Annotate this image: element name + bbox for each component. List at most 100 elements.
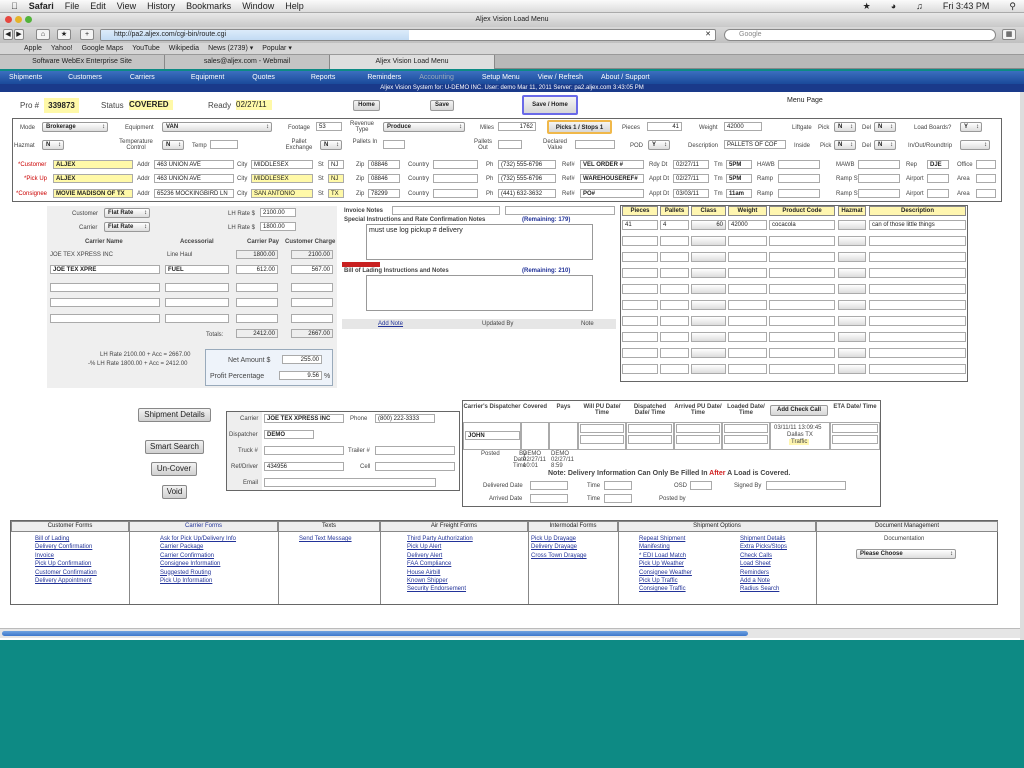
items-cell-6-6[interactable] bbox=[869, 316, 966, 326]
stop-addr-0[interactable]: 463 UNION AVE bbox=[154, 160, 234, 169]
stop-x4-2[interactable] bbox=[976, 189, 996, 198]
items-cell-1-5[interactable] bbox=[838, 236, 866, 246]
rate-row2-charge[interactable]: 567.00 bbox=[291, 265, 333, 274]
temp-control-select[interactable]: N bbox=[162, 140, 184, 150]
liftgate-del-select[interactable]: N bbox=[874, 122, 896, 132]
new-tab-icon[interactable]: + bbox=[80, 29, 94, 40]
pod-select[interactable]: Y bbox=[648, 140, 670, 150]
save-home-button[interactable]: Save / Home bbox=[522, 95, 578, 115]
items-cell-7-0[interactable] bbox=[622, 332, 658, 342]
inout-select[interactable] bbox=[960, 140, 990, 150]
pallets-out-field[interactable] bbox=[498, 140, 522, 149]
form-link-air-3[interactable]: FAA Compliance bbox=[407, 561, 451, 567]
stop-ref-2[interactable]: PO# bbox=[580, 189, 644, 198]
rate-blank-carrier-2[interactable] bbox=[50, 314, 160, 323]
rate-row2-pay[interactable]: 612.00 bbox=[236, 265, 278, 274]
items-cell-0-6[interactable]: can of those little things bbox=[869, 220, 966, 230]
items-cell-8-5[interactable] bbox=[838, 348, 866, 358]
stop-state-2[interactable]: TX bbox=[328, 189, 344, 198]
inside-del-select[interactable]: N bbox=[874, 140, 896, 150]
form-link-customer-5[interactable]: Delivery Appointment bbox=[35, 578, 92, 584]
form-link-ship2-4[interactable]: Reminders bbox=[740, 570, 769, 576]
stop-country-0[interactable] bbox=[433, 160, 478, 169]
form-link-ship2-3[interactable]: Load Sheet bbox=[740, 561, 771, 567]
form-link-ship1-2[interactable]: * EDI Load Match bbox=[639, 553, 686, 559]
stop-time-0[interactable]: 5PM bbox=[726, 160, 752, 169]
rate-blank-accessorial-1[interactable] bbox=[165, 298, 229, 307]
form-link-ship1-5[interactable]: Pick Up Traffic bbox=[639, 578, 678, 584]
weight-field[interactable]: 42000 bbox=[724, 122, 762, 131]
items-cell-7-3[interactable] bbox=[728, 332, 767, 342]
items-cell-8-2[interactable] bbox=[691, 348, 726, 358]
tab-aljex[interactable]: Aljex Vision Load Menu bbox=[330, 55, 495, 69]
horizontal-scroll-thumb[interactable] bbox=[2, 631, 748, 636]
back-icon[interactable]: ◀ bbox=[3, 29, 13, 40]
form-link-air-2[interactable]: Delivery Alert bbox=[407, 553, 442, 559]
stop-x3-0[interactable]: DJE bbox=[927, 160, 949, 169]
stop-x3-2[interactable] bbox=[927, 189, 949, 198]
bookmark-wikipedia[interactable]: Wikipedia bbox=[169, 43, 199, 54]
smart-search-button[interactable]: Smart Search bbox=[145, 440, 204, 454]
items-cell-5-6[interactable] bbox=[869, 300, 966, 310]
items-cell-2-4[interactable] bbox=[769, 252, 835, 262]
nav-customers[interactable]: Customers bbox=[59, 71, 111, 84]
form-link-customer-2[interactable]: Invoice bbox=[35, 553, 54, 559]
add-check-call-button[interactable]: Add Check Call bbox=[770, 405, 828, 416]
items-cell-3-1[interactable] bbox=[660, 268, 689, 278]
items-cell-9-4[interactable] bbox=[769, 364, 835, 374]
form-link-air-4[interactable]: House Airbill bbox=[407, 570, 440, 576]
wifi-icon[interactable]: ◕ bbox=[891, 1, 896, 12]
bookmark-add-icon[interactable]: ★ bbox=[57, 29, 71, 40]
form-link-ship2-5[interactable]: Add a Note bbox=[740, 578, 770, 584]
email-field[interactable] bbox=[264, 478, 436, 487]
form-link-customer-0[interactable]: Bill of Lading bbox=[35, 536, 69, 542]
items-cell-0-4[interactable]: cocacola bbox=[769, 220, 835, 230]
stop-time-1[interactable]: 5PM bbox=[726, 174, 752, 183]
bookmark-popular[interactable]: Popular ▾ bbox=[262, 43, 292, 54]
track-time-6[interactable] bbox=[724, 435, 768, 444]
menu-view[interactable]: View bbox=[117, 1, 136, 11]
nav-quotes[interactable]: Quotes bbox=[243, 71, 284, 84]
stop-icon[interactable]: ✕ bbox=[705, 30, 711, 40]
arrived-date-field[interactable] bbox=[530, 494, 568, 503]
osd-field[interactable] bbox=[690, 481, 712, 490]
rate-blank-carrier-0[interactable] bbox=[50, 283, 160, 292]
form-link-ship2-1[interactable]: Extra Picks/Stops bbox=[740, 544, 787, 550]
nav-about[interactable]: About / Support bbox=[592, 71, 659, 84]
rate-row2-carrier[interactable]: JOE TEX XPRE bbox=[50, 265, 160, 274]
stop-name-0[interactable]: ALJEX bbox=[53, 160, 133, 169]
stop-date-0[interactable]: 02/27/11 bbox=[673, 160, 709, 169]
items-cell-2-0[interactable] bbox=[622, 252, 658, 262]
nav-setup[interactable]: Setup Menu bbox=[473, 71, 529, 84]
items-cell-5-0[interactable] bbox=[622, 300, 658, 310]
items-cell-1-4[interactable] bbox=[769, 236, 835, 246]
items-cell-2-5[interactable] bbox=[838, 252, 866, 262]
picks-stops-button[interactable]: Picks 1 / Stops 1 bbox=[547, 120, 612, 134]
track-date-5[interactable] bbox=[676, 424, 720, 433]
items-cell-9-1[interactable] bbox=[660, 364, 689, 374]
items-cell-5-1[interactable] bbox=[660, 300, 689, 310]
rate-blank-pay-0[interactable] bbox=[236, 283, 278, 292]
items-cell-1-3[interactable] bbox=[728, 236, 767, 246]
ref-driver-field[interactable]: 434956 bbox=[264, 462, 344, 471]
uncover-button[interactable]: Un-Cover bbox=[151, 462, 197, 476]
zoom-window-icon[interactable] bbox=[25, 16, 32, 23]
items-cell-9-2[interactable] bbox=[691, 364, 726, 374]
invoice-notes-field[interactable] bbox=[392, 206, 500, 215]
clock[interactable]: Fri 3:43 PM bbox=[943, 1, 990, 12]
stop-x2-2[interactable] bbox=[858, 189, 900, 198]
form-link-air-1[interactable]: Pick Up Alert bbox=[407, 544, 441, 550]
rate-blank-charge-0[interactable] bbox=[291, 283, 333, 292]
items-cell-0-3[interactable]: 42000 bbox=[728, 220, 767, 230]
items-cell-4-2[interactable] bbox=[691, 284, 726, 294]
items-cell-6-4[interactable] bbox=[769, 316, 835, 326]
bookmark-yahoo[interactable]: Yahoo! bbox=[51, 43, 73, 54]
pallets-in-field[interactable] bbox=[383, 140, 405, 149]
nav-reminders[interactable]: Reminders bbox=[358, 71, 410, 84]
shipment-details-button[interactable]: Shipment Details bbox=[138, 408, 211, 422]
close-window-icon[interactable] bbox=[5, 16, 12, 23]
form-link-inter-1[interactable]: Delivery Drayage bbox=[531, 544, 577, 550]
items-cell-6-1[interactable] bbox=[660, 316, 689, 326]
menu-file[interactable]: File bbox=[65, 1, 80, 11]
items-cell-3-4[interactable] bbox=[769, 268, 835, 278]
